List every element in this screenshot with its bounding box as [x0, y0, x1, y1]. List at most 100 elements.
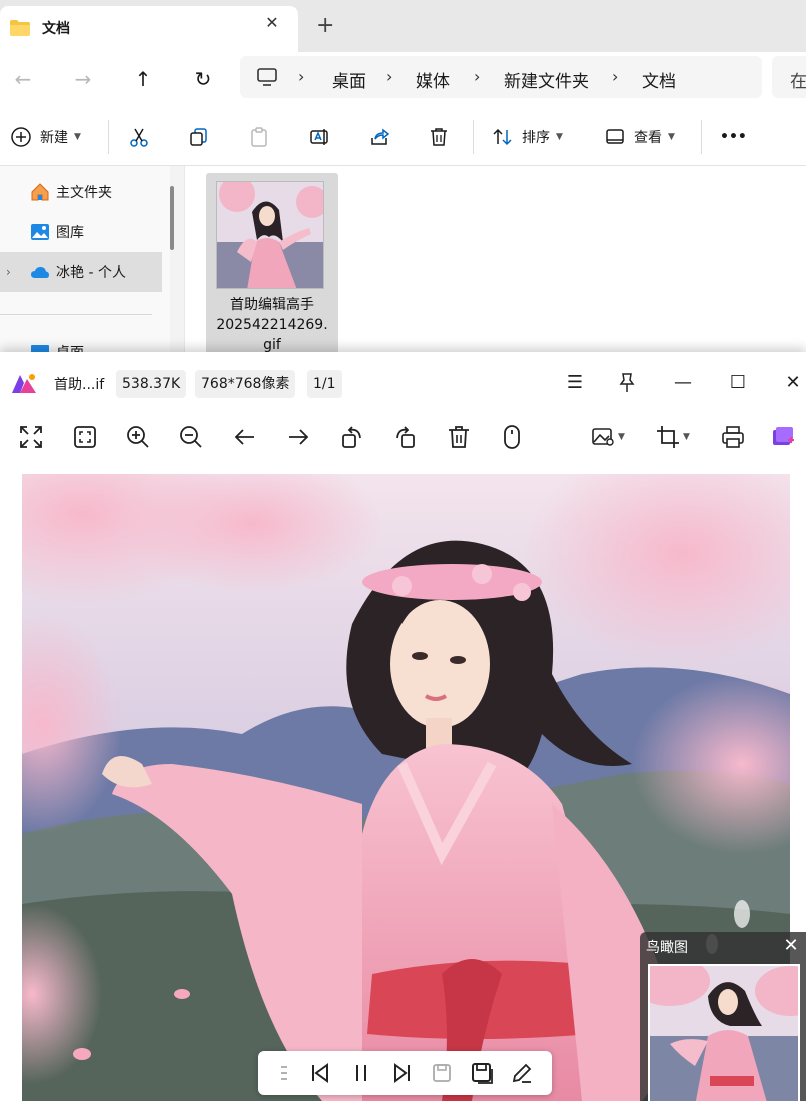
birdview-panel: 鸟瞰图 ✕: [640, 932, 806, 1101]
rotate-left-icon: [342, 426, 361, 448]
mouse-mode-button[interactable]: [499, 420, 525, 454]
copy-icon: [190, 128, 207, 146]
breadcrumb-separator: ›: [474, 67, 481, 86]
back-button[interactable]: ←: [8, 64, 38, 94]
breadcrumb-desktop[interactable]: 桌面: [332, 67, 366, 92]
previous-image-button[interactable]: [232, 420, 258, 454]
breadcrumb-documents[interactable]: 文档: [642, 67, 676, 92]
paste-button[interactable]: [248, 124, 270, 150]
mouse-icon: [504, 425, 520, 449]
zoom-out-button[interactable]: [178, 420, 204, 454]
search-input[interactable]: 在: [790, 67, 806, 92]
birdview-close-icon[interactable]: ✕: [780, 935, 802, 957]
divider: [0, 314, 152, 315]
chevron-down-icon: ▼: [618, 432, 625, 442]
pin-icon[interactable]: [614, 370, 640, 396]
tab-documents[interactable]: 文档 ✕: [0, 6, 298, 52]
scrollbar[interactable]: [170, 186, 174, 250]
close-button[interactable]: ✕: [780, 370, 806, 396]
chevron-down-icon: ▼: [556, 132, 563, 142]
first-frame-button[interactable]: [308, 1061, 332, 1085]
cut-button[interactable]: [128, 124, 150, 150]
delete-image-button[interactable]: [446, 420, 472, 454]
next-image-button[interactable]: [285, 420, 311, 454]
batch-tool-button[interactable]: [770, 420, 796, 454]
drag-handle-icon: [281, 1066, 287, 1080]
app-logo-icon: [12, 374, 36, 393]
sort-button[interactable]: 排序 ▼: [492, 124, 563, 150]
birdview-thumbnail[interactable]: [648, 964, 800, 1101]
breadcrumb-separator: ›: [298, 67, 305, 86]
playback-toolbar: [258, 1051, 552, 1095]
address-box[interactable]: › 桌面 › 媒体 › 新建文件夹 › 文档: [240, 56, 762, 98]
view-label: 查看: [634, 130, 662, 146]
zoom-in-button[interactable]: [125, 420, 151, 454]
forward-button[interactable]: →: [68, 64, 98, 94]
divider: [473, 120, 474, 154]
save-all-icon: [472, 1063, 493, 1084]
maximize-button[interactable]: ☐: [725, 370, 751, 396]
rotate-right-button[interactable]: [392, 420, 418, 454]
sidebar-item-label: 主文件夹: [56, 185, 112, 201]
rotate-left-button[interactable]: [339, 420, 365, 454]
scissors-icon: [130, 128, 148, 147]
page-index-badge: 1/1: [307, 370, 342, 398]
tab-bar: 文档 ✕ +: [0, 0, 806, 52]
save-all-frames-button[interactable]: [470, 1061, 494, 1085]
birdview-title: 鸟瞰图: [646, 940, 688, 956]
trash-icon: [431, 128, 447, 146]
new-button[interactable]: 新建 ▼: [10, 124, 81, 150]
chevron-down-icon: ▼: [668, 132, 675, 142]
fit-icon: [74, 426, 96, 448]
image-edit-dropdown[interactable]: ▼: [590, 420, 625, 454]
chevron-right-icon[interactable]: ›: [6, 265, 11, 279]
rotate-right-icon: [396, 426, 415, 448]
viewer-file-name: 首助...if: [54, 377, 105, 393]
chevron-down-icon: ▼: [683, 432, 690, 442]
new-label: 新建: [40, 130, 68, 146]
more-icon: •••: [720, 129, 747, 145]
refresh-button[interactable]: ↻: [188, 64, 218, 94]
pause-button[interactable]: [349, 1061, 373, 1085]
crop-dropdown[interactable]: ▼: [655, 420, 690, 454]
computer-icon: [257, 68, 277, 86]
view-icon: [606, 129, 624, 144]
sidebar-item-home[interactable]: 主文件夹: [0, 172, 162, 212]
last-frame-button[interactable]: [390, 1061, 414, 1085]
menu-button[interactable]: ☰: [562, 370, 588, 396]
file-name-line: 首助编辑高手: [230, 297, 314, 313]
breadcrumb-new-folder[interactable]: 新建文件夹: [504, 67, 589, 92]
more-options-button[interactable]: •••: [720, 124, 747, 150]
breadcrumb-media[interactable]: 媒体: [416, 67, 450, 92]
sidebar-item-label: 冰艳 - 个人: [56, 265, 126, 281]
share-button[interactable]: [368, 124, 390, 150]
sidebar-item-gallery[interactable]: 图库: [0, 212, 162, 252]
file-thumbnail: [216, 181, 324, 289]
expand-icon: [20, 426, 42, 448]
plus-circle-icon: [11, 127, 31, 147]
save-frame-button[interactable]: [430, 1061, 454, 1085]
delete-button[interactable]: [428, 124, 450, 150]
print-button[interactable]: [720, 420, 746, 454]
new-tab-button[interactable]: +: [316, 14, 334, 38]
file-item[interactable]: 首助编辑高手 202542214269. gif: [206, 173, 338, 360]
image-viewer-window: 首助...if 538.37K 768*768像素 1/1 ☰ — ☐ ✕ ▼ …: [0, 352, 806, 1101]
edit-button[interactable]: [510, 1061, 534, 1085]
sort-icon: [493, 128, 512, 146]
rename-button[interactable]: [308, 124, 330, 150]
folder-icon: [10, 20, 30, 36]
fit-window-button[interactable]: [72, 420, 98, 454]
view-button[interactable]: 查看 ▼: [604, 124, 675, 150]
drag-handle[interactable]: [272, 1061, 296, 1085]
close-tab-icon[interactable]: ✕: [262, 13, 282, 33]
dimensions-badge: 768*768像素: [195, 370, 296, 398]
divider: [701, 120, 702, 154]
sidebar-item-onedrive[interactable]: › 冰艳 - 个人: [0, 252, 162, 292]
up-button[interactable]: ↑: [128, 64, 158, 94]
copy-button[interactable]: [188, 124, 210, 150]
minimize-button[interactable]: —: [670, 370, 696, 396]
search-box[interactable]: 在: [772, 56, 806, 98]
image-settings-icon: [592, 428, 614, 446]
fullscreen-button[interactable]: [18, 420, 44, 454]
pencil-icon: [512, 1063, 532, 1083]
